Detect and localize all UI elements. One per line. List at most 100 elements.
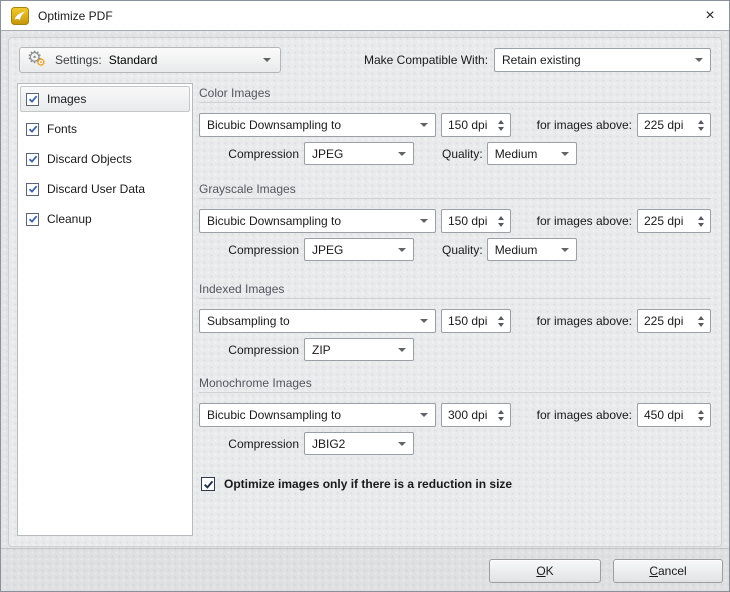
spinner-up-down-icon[interactable] bbox=[698, 409, 704, 421]
sidebar-item-discard-user-data[interactable]: Discard User Data bbox=[20, 176, 190, 202]
sidebar-item-label: Images bbox=[47, 92, 87, 106]
optimize-only-checkbox[interactable] bbox=[201, 477, 215, 491]
compression-label: Compression bbox=[228, 436, 299, 451]
sidebar-item-images[interactable]: Images bbox=[20, 86, 190, 112]
compression-combobox[interactable]: ZIP bbox=[304, 338, 414, 361]
settings-dropdown[interactable]: ⚙ ⚙ Settings: Standard bbox=[19, 47, 281, 73]
above-dpi-spinner[interactable]: 225 dpi bbox=[637, 209, 711, 233]
downsample-combobox[interactable]: Bicubic Downsampling to bbox=[199, 113, 436, 137]
chevron-down-icon bbox=[420, 319, 428, 323]
chevron-down-icon bbox=[560, 247, 569, 252]
section-grayscale-images: Grayscale Images Bicubic Downsampling to… bbox=[199, 182, 711, 264]
spinner-value: 450 dpi bbox=[644, 408, 684, 422]
spinner-up-down-icon[interactable] bbox=[498, 315, 504, 327]
discard-objects-checkbox[interactable] bbox=[26, 152, 39, 166]
sidebar-item-label: Cleanup bbox=[47, 212, 92, 226]
quality-label: Quality: bbox=[442, 242, 483, 257]
dpi-spinner[interactable]: 150 dpi bbox=[441, 209, 511, 233]
sidebar-item-label: Discard User Data bbox=[47, 182, 146, 196]
images-checkbox[interactable] bbox=[26, 92, 39, 106]
chevron-down-icon bbox=[263, 58, 271, 62]
category-list: Images Fonts Discard Objects Discard Use… bbox=[17, 83, 193, 536]
downsample-combobox[interactable]: Subsampling to bbox=[199, 309, 436, 333]
ok-button-label: OK bbox=[536, 564, 554, 578]
sidebar-item-cleanup[interactable]: Cleanup bbox=[20, 206, 190, 232]
downsample-combobox[interactable]: Bicubic Downsampling to bbox=[199, 403, 436, 427]
section-title: Grayscale Images bbox=[199, 182, 296, 196]
spinner-up-down-icon[interactable] bbox=[698, 119, 704, 131]
combobox-value: ZIP bbox=[312, 342, 331, 357]
compression-combobox[interactable]: JBIG2 bbox=[304, 432, 414, 455]
spinner-value: 225 dpi bbox=[644, 214, 684, 228]
compression-label: Compression bbox=[228, 242, 299, 257]
spinner-up-down-icon[interactable] bbox=[498, 119, 504, 131]
for-images-above-label: for images above: bbox=[536, 314, 632, 328]
divider bbox=[199, 392, 711, 393]
settings-value: Standard bbox=[108, 53, 158, 67]
combobox-value: Retain existing bbox=[502, 53, 581, 67]
compression-label: Compression bbox=[228, 146, 299, 161]
divider bbox=[199, 198, 711, 199]
dpi-spinner[interactable]: 300 dpi bbox=[441, 403, 511, 427]
chevron-down-icon bbox=[420, 413, 428, 417]
optimize-only-checkbox-row[interactable]: Optimize images only if there is a reduc… bbox=[201, 477, 512, 491]
chevron-down-icon bbox=[560, 151, 569, 156]
above-dpi-spinner[interactable]: 225 dpi bbox=[637, 113, 711, 137]
dpi-spinner[interactable]: 150 dpi bbox=[441, 113, 511, 137]
compression-combobox[interactable]: JPEG bbox=[304, 238, 414, 261]
make-compatible-combobox[interactable]: Retain existing bbox=[494, 48, 711, 72]
optimize-pdf-dialog: Optimize PDF × ⚙ ⚙ Settings: Standard Mak… bbox=[0, 0, 730, 592]
spinner-value: 150 dpi bbox=[448, 314, 488, 328]
section-color-images: Color Images Bicubic Downsampling to 150… bbox=[199, 86, 711, 168]
cleanup-checkbox[interactable] bbox=[26, 212, 39, 226]
quality-combobox[interactable]: Medium bbox=[486, 142, 577, 165]
sidebar-item-fonts[interactable]: Fonts bbox=[20, 116, 190, 142]
discard-user-data-checkbox[interactable] bbox=[26, 182, 39, 196]
compression-combobox[interactable]: JPEG bbox=[304, 142, 414, 165]
above-dpi-spinner[interactable]: 450 dpi bbox=[637, 403, 711, 427]
chevron-down-icon bbox=[420, 123, 428, 127]
spinner-value: 300 dpi bbox=[448, 408, 488, 422]
combobox-value: Medium bbox=[494, 242, 538, 257]
for-images-above-label: for images above: bbox=[536, 214, 632, 228]
spinner-value: 225 dpi bbox=[644, 314, 684, 328]
downsample-combobox[interactable]: Bicubic Downsampling to bbox=[199, 209, 436, 233]
ok-button[interactable]: OK bbox=[489, 559, 601, 583]
section-title: Color Images bbox=[199, 86, 271, 100]
spinner-up-down-icon[interactable] bbox=[498, 215, 504, 227]
combobox-value: JBIG2 bbox=[312, 436, 346, 451]
quality-combobox[interactable]: Medium bbox=[486, 238, 577, 261]
sidebar-item-label: Fonts bbox=[47, 122, 78, 136]
make-compatible-label: Make Compatible With: bbox=[364, 53, 489, 67]
spinner-up-down-icon[interactable] bbox=[698, 315, 704, 327]
cancel-button-label: Cancel bbox=[649, 564, 687, 578]
combobox-value: Bicubic Downsampling to bbox=[207, 118, 342, 132]
spinner-value: 225 dpi bbox=[644, 118, 684, 132]
combobox-value: Medium bbox=[494, 146, 538, 161]
spinner-value: 150 dpi bbox=[448, 118, 488, 132]
spinner-value: 150 dpi bbox=[448, 214, 488, 228]
above-dpi-spinner[interactable]: 225 dpi bbox=[637, 309, 711, 333]
sidebar-item-discard-objects[interactable]: Discard Objects bbox=[20, 146, 190, 172]
fonts-checkbox[interactable] bbox=[26, 122, 39, 136]
chevron-down-icon bbox=[398, 441, 406, 446]
dpi-spinner[interactable]: 150 dpi bbox=[441, 309, 511, 333]
title-bar: Optimize PDF × bbox=[1, 1, 729, 31]
section-monochrome-images: Monochrome Images Bicubic Downsampling t… bbox=[199, 376, 711, 458]
spinner-up-down-icon[interactable] bbox=[498, 409, 504, 421]
close-icon[interactable]: × bbox=[697, 3, 723, 29]
chevron-down-icon bbox=[398, 247, 406, 252]
compression-label: Compression bbox=[228, 342, 299, 357]
combobox-value: Bicubic Downsampling to bbox=[207, 214, 342, 228]
combobox-value: Bicubic Downsampling to bbox=[207, 408, 342, 422]
spinner-up-down-icon[interactable] bbox=[698, 215, 704, 227]
quality-label: Quality: bbox=[442, 146, 483, 161]
chevron-down-icon bbox=[420, 219, 428, 223]
for-images-above-label: for images above: bbox=[536, 118, 632, 132]
gears-icon: ⚙ ⚙ bbox=[27, 47, 46, 69]
chevron-down-icon bbox=[398, 151, 406, 156]
settings-label: Settings: bbox=[55, 53, 102, 67]
divider bbox=[199, 102, 711, 103]
for-images-above-label: for images above: bbox=[536, 408, 632, 422]
cancel-button[interactable]: Cancel bbox=[613, 559, 723, 583]
